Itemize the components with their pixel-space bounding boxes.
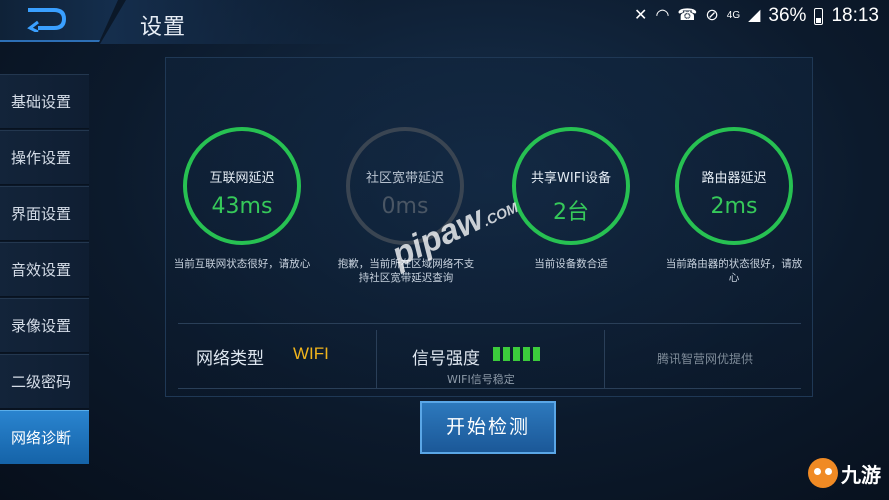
sidebar-item-basic[interactable]: 基础设置 xyxy=(0,74,89,129)
sidebar-item-recording[interactable]: 录像设置 xyxy=(0,298,89,353)
signal-bar xyxy=(533,347,540,361)
signal-bar xyxy=(513,347,520,361)
back-button[interactable] xyxy=(0,0,118,42)
signal-note: WIFI信号稳定 xyxy=(447,373,515,386)
cell-signal-icon: ◢ xyxy=(748,7,761,24)
signal-strength-bars xyxy=(493,347,540,361)
sidebar-item-network-diagnosis[interactable]: 网络诊断 xyxy=(0,410,89,465)
network-type-value: WIFI xyxy=(293,344,329,363)
signal-strength-label: 信号强度 xyxy=(412,349,480,369)
start-diagnosis-button[interactable]: 开始检测 xyxy=(420,401,556,454)
wifi-icon: ◠ xyxy=(655,7,670,24)
sidebar: 基础设置 操作设置 界面设置 音效设置 录像设置 二级密码 网络诊断 xyxy=(0,74,89,466)
divider xyxy=(376,330,377,388)
signal-bar xyxy=(493,347,500,361)
sidebar-item-sound[interactable]: 音效设置 xyxy=(0,242,89,297)
sidebar-item-interface[interactable]: 界面设置 xyxy=(0,186,89,241)
divider xyxy=(604,330,605,388)
gauge-value: 2台 xyxy=(553,200,589,225)
provider-credit: 腾讯智营网优提供 xyxy=(657,352,754,366)
gauge-label: 互联网延迟 xyxy=(209,171,275,186)
mascot-icon xyxy=(808,458,838,488)
mute-icon: ✕ xyxy=(634,7,648,24)
gauge-description: 当前互联网状态很好，请放心 xyxy=(173,258,311,270)
corner-brand-logo: 九游 xyxy=(808,458,881,488)
signal-bar xyxy=(523,347,530,361)
gauge-label: 路由器延迟 xyxy=(701,171,767,186)
gauge-shared-wifi-devices: 共享WIFI设备 2台 xyxy=(512,127,630,245)
sidebar-item-secondary-password[interactable]: 二级密码 xyxy=(0,354,89,409)
page-title: 设置 xyxy=(140,15,187,40)
gauge-label: 社区宽带延迟 xyxy=(365,171,444,186)
battery-icon xyxy=(814,7,824,25)
header-band xyxy=(100,0,360,44)
do-not-disturb-icon: ⊘ xyxy=(705,7,719,24)
gauge-router-latency: 路由器延迟 2ms xyxy=(675,127,793,245)
signal-bar xyxy=(503,347,510,361)
back-logo-icon xyxy=(27,8,67,32)
gauge-description: 当前路由器的状态很好，请放心 xyxy=(665,258,803,284)
clock: 18:13 xyxy=(831,5,879,26)
phone-icon: ☎ xyxy=(677,7,698,24)
corner-brand-text: 九游 xyxy=(841,462,881,487)
gauge-internet-latency: 互联网延迟 43ms xyxy=(183,127,301,245)
battery-percent: 36% xyxy=(768,5,807,26)
gauge-label: 共享WIFI设备 xyxy=(531,171,611,186)
gauge-description: 当前设备数合适 xyxy=(534,258,608,270)
network-type: 4G xyxy=(726,10,741,21)
gauge-value: 43ms xyxy=(211,194,273,219)
gauge-value: 2ms xyxy=(710,194,758,219)
sidebar-item-controls[interactable]: 操作设置 xyxy=(0,130,89,185)
network-type-label: 网络类型 xyxy=(196,349,264,369)
status-icons: ✕ ◠ ☎ ⊘ 4G ◢ 36% 18:13 xyxy=(634,5,879,27)
